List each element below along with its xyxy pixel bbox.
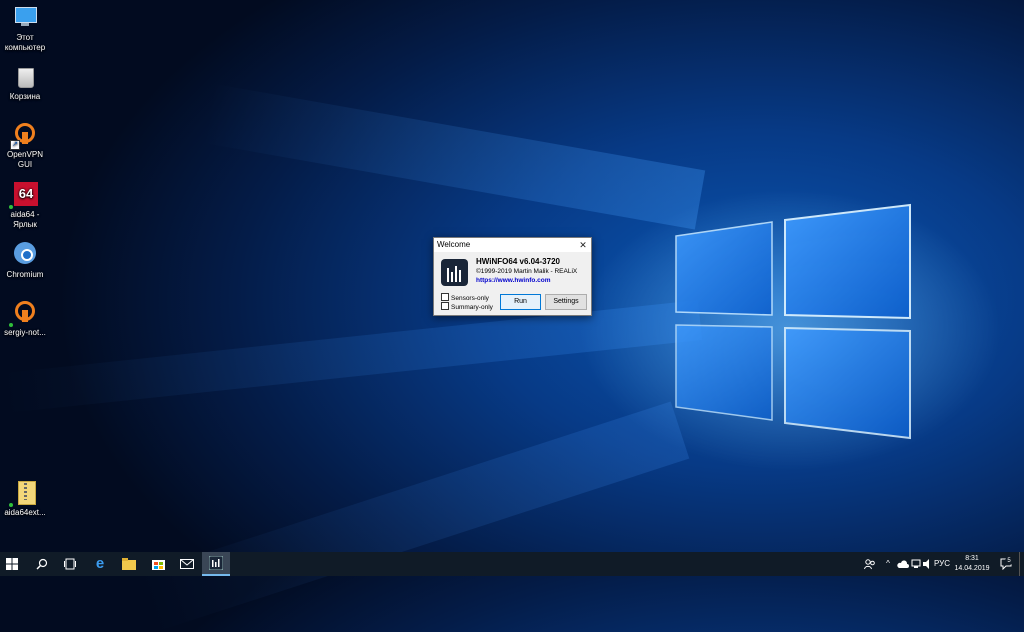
clock-date: 14.04.2019: [954, 565, 990, 572]
computer-icon: [12, 5, 38, 31]
desktop-icon-label: Корзина: [9, 92, 41, 101]
copyright-text: ©1999-2019 Martin Malik - REALiX: [476, 268, 578, 275]
clock[interactable]: 8:31 14.04.2019: [952, 554, 992, 574]
welcome-dialog: Welcome ✕ HWiNFO64 v6.04-3720 ©1999-2019…: [433, 237, 592, 316]
checkbox-box[interactable]: [441, 293, 449, 301]
sync-status-icon: [9, 503, 13, 507]
language-indicator[interactable]: РУС: [934, 552, 950, 576]
desktop-icon-chromium[interactable]: Chromium: [0, 242, 50, 280]
desktop-icon-label: Этот компьютер: [4, 33, 46, 52]
sync-status-icon: [9, 205, 13, 209]
summary-only-checkbox[interactable]: Summary-only: [441, 302, 493, 312]
store-icon[interactable]: [146, 552, 170, 576]
website-link[interactable]: https://www.hwinfo.com: [476, 277, 551, 284]
desktop-icon-label: OpenVPN GUI: [6, 150, 44, 169]
openvpn-config-icon: [9, 300, 38, 327]
people-icon[interactable]: [862, 552, 878, 576]
desktop-icon-openvpn[interactable]: ↗ OpenVPN GUI: [0, 122, 50, 170]
clock-time: 8:31: [965, 555, 979, 562]
checkbox-label: Summary-only: [451, 304, 493, 311]
desktop-icon-this-pc[interactable]: Этот компьютер: [0, 5, 50, 53]
task-view-icon[interactable]: [58, 552, 82, 576]
desktop-icon-label: sergiy-not...: [4, 328, 46, 337]
recycle-bin-icon: [12, 64, 38, 90]
chevron-up-icon[interactable]: ^: [882, 552, 894, 576]
taskbar: e ^ РУС 8:31 14.04.2019 5: [0, 552, 1024, 576]
desktop-icon-label: aida64ext...: [4, 508, 46, 517]
desktop-icon-label: aida64 - Ярлык: [10, 210, 40, 229]
aida64-icon: 64: [9, 182, 38, 209]
dialog-title: Welcome: [437, 240, 471, 249]
windows-start-icon[interactable]: [0, 552, 24, 576]
cloud-icon[interactable]: [896, 552, 910, 576]
openvpn-icon: ↗: [10, 122, 38, 150]
network-icon[interactable]: [910, 552, 922, 576]
close-icon[interactable]: ✕: [575, 238, 591, 252]
desktop-icon-label: Chromium: [6, 270, 44, 279]
desktop-icon-sergiy-config[interactable]: sergiy-not...: [0, 300, 50, 338]
edge-icon[interactable]: e: [88, 552, 112, 576]
chromium-icon: [12, 242, 38, 268]
checkbox-box[interactable]: [441, 302, 449, 310]
settings-button[interactable]: Settings: [545, 294, 587, 310]
notification-center-icon[interactable]: 5: [998, 552, 1014, 576]
search-icon[interactable]: [30, 552, 54, 576]
archive-folder-icon: [9, 480, 38, 507]
hwinfo-logo-icon: [441, 259, 468, 286]
file-explorer-icon[interactable]: [117, 552, 141, 576]
run-button[interactable]: Run: [500, 294, 541, 310]
dialog-titlebar[interactable]: Welcome ✕: [434, 238, 591, 252]
notification-count: 5: [1005, 557, 1013, 565]
desktop-icon-recycle-bin[interactable]: Корзина: [0, 64, 50, 102]
checkbox-label: Sensors-only: [451, 295, 489, 302]
volume-icon[interactable]: [922, 552, 934, 576]
shortcut-arrow-icon: ↗: [10, 140, 20, 150]
sync-status-icon: [9, 323, 13, 327]
desktop-icon-aida64ext[interactable]: aida64ext...: [0, 480, 50, 518]
app-name: HWiNFO64 v6.04-3720: [476, 257, 560, 266]
show-desktop-button[interactable]: [1019, 552, 1024, 576]
desktop-icon-aida64[interactable]: 64 aida64 - Ярлык: [0, 182, 50, 230]
hwinfo-icon[interactable]: [202, 552, 230, 576]
mail-icon[interactable]: [175, 552, 199, 576]
